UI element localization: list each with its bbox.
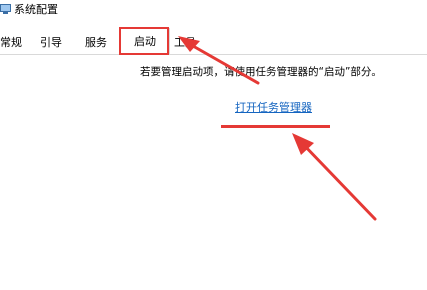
tab-general[interactable]: 常规 [0, 30, 32, 54]
tab-boot[interactable]: 引导 [40, 30, 80, 54]
link-underline-annotation [221, 125, 330, 128]
tab-tools[interactable]: 工具 [174, 30, 200, 54]
arrow-to-task-manager-link [292, 133, 377, 221]
startup-tab-highlight [119, 27, 169, 55]
title-bar: 系统配置 [0, 0, 427, 22]
startup-hint-text: 若要管理启动项，请使用任务管理器的“启动”部分。 [140, 66, 382, 78]
tab-services[interactable]: 服务 [85, 30, 115, 54]
open-task-manager-link[interactable]: 打开任务管理器 [235, 100, 312, 116]
window-title: 系统配置 [14, 3, 58, 16]
system-config-icon [0, 4, 11, 14]
tab-strip: 常规 引导 服务 启动 工具 [0, 28, 427, 55]
tab-divider [0, 54, 427, 55]
